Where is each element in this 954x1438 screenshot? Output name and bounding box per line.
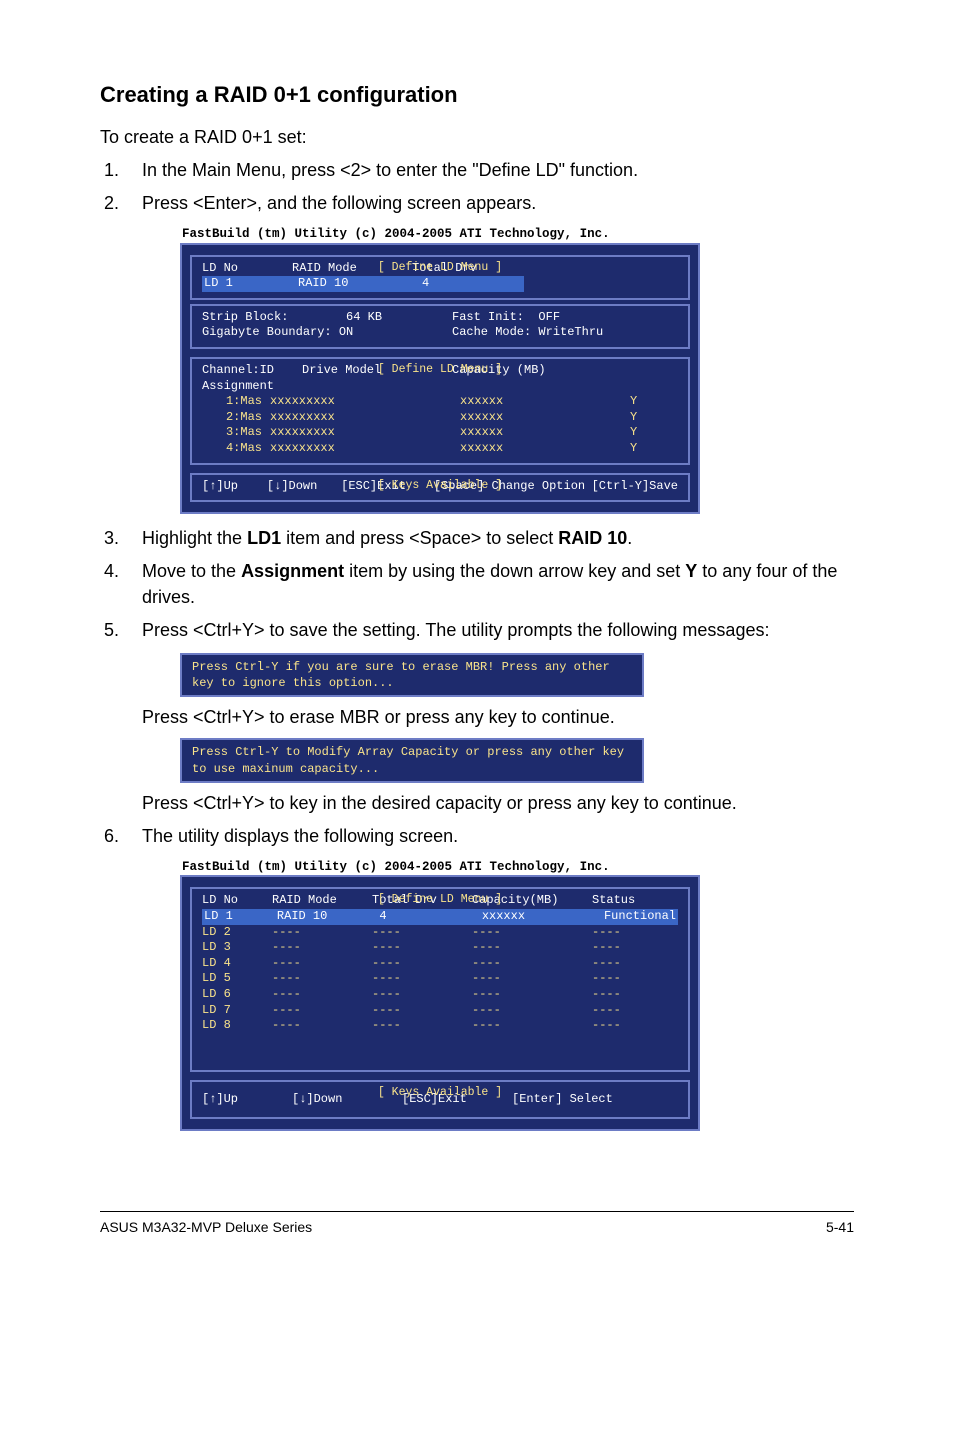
- cfg-strip: Strip Block: 64 KB: [202, 310, 452, 326]
- bios-screenshot-1: FastBuild (tm) Utility (c) 2004-2005 ATI…: [180, 226, 700, 514]
- page-heading: Creating a RAID 0+1 configuration: [100, 80, 854, 111]
- msg-box-2: Press Ctrl-Y to Modify Array Capacity or…: [180, 738, 644, 782]
- val-mode: RAID 10: [296, 276, 420, 292]
- ld-row: LD 2----------------: [202, 925, 678, 941]
- intro-text: To create a RAID 0+1 set:: [100, 125, 854, 150]
- step-4: Move to the Assignment item by using the…: [124, 559, 854, 609]
- b2-nav-ent: [Enter] Select: [512, 1092, 613, 1108]
- drive-row: 2:MasxxxxxxxxxxxxxxxY: [202, 410, 678, 426]
- step-6: The utility displays the following scree…: [124, 824, 854, 849]
- nav-ctrl: [Ctrl-Y]Save: [592, 479, 678, 495]
- val-ldno: LD 1: [202, 276, 296, 292]
- col-ldno: LD No: [202, 261, 292, 277]
- hdr-ch: Channel:ID: [202, 363, 302, 379]
- b2r1-total: 4: [377, 909, 479, 925]
- nav-down: [↓]Down: [267, 479, 341, 495]
- b2r1-cap: xxxxxx: [480, 909, 602, 925]
- b2r1-ldno: LD 1: [202, 909, 275, 925]
- drive-row: 1:MasxxxxxxxxxxxxxxxY: [202, 394, 678, 410]
- cfg-fast: Fast Init: OFF: [452, 310, 560, 326]
- cfg-gb: Gigabyte Boundary: ON: [202, 325, 452, 341]
- ld-row: LD 3----------------: [202, 940, 678, 956]
- ld-row: LD 5----------------: [202, 971, 678, 987]
- b2-st: Status: [592, 893, 635, 909]
- ld-row: LD 7----------------: [202, 1003, 678, 1019]
- val-total: 4: [420, 276, 524, 292]
- b2-ldno: LD No: [202, 893, 272, 909]
- b2-nav-up: [↑]Up: [202, 1092, 292, 1108]
- hdr-as: Assignment: [202, 379, 274, 395]
- msg-box-1: Press Ctrl-Y if you are sure to erase MB…: [180, 653, 644, 697]
- ld-row: LD 4----------------: [202, 956, 678, 972]
- bios2-title: FastBuild (tm) Utility (c) 2004-2005 ATI…: [180, 859, 700, 875]
- footer-right: 5-41: [826, 1218, 854, 1238]
- prompt-1: Press <Ctrl+Y> to erase MBR or press any…: [142, 705, 854, 730]
- drive-row: 3:MasxxxxxxxxxxxxxxxY: [202, 425, 678, 441]
- nav-up: [↑]Up: [202, 479, 267, 495]
- bios1-title: FastBuild (tm) Utility (c) 2004-2005 ATI…: [180, 226, 700, 242]
- b2-mode: RAID Mode: [272, 893, 372, 909]
- prompt-2: Press <Ctrl+Y> to key in the desired cap…: [142, 791, 854, 816]
- cfg-cache: Cache Mode: WriteThru: [452, 325, 603, 341]
- ld-row: LD 8----------------: [202, 1018, 678, 1034]
- bios-screenshot-2: FastBuild (tm) Utility (c) 2004-2005 ATI…: [180, 859, 700, 1131]
- step-1: In the Main Menu, press <2> to enter the…: [124, 158, 854, 183]
- b2r1-mode: RAID 10: [275, 909, 377, 925]
- step-2: Press <Enter>, and the following screen …: [124, 191, 854, 216]
- ld-row: LD 6----------------: [202, 987, 678, 1003]
- b2r1-st: Functional: [602, 909, 678, 925]
- step-5: Press <Ctrl+Y> to save the setting. The …: [124, 618, 854, 643]
- step-3: Highlight the LD1 item and press <Space>…: [124, 526, 854, 551]
- footer-left: ASUS M3A32-MVP Deluxe Series: [100, 1218, 312, 1238]
- drive-row: 4:MasxxxxxxxxxxxxxxxY: [202, 441, 678, 457]
